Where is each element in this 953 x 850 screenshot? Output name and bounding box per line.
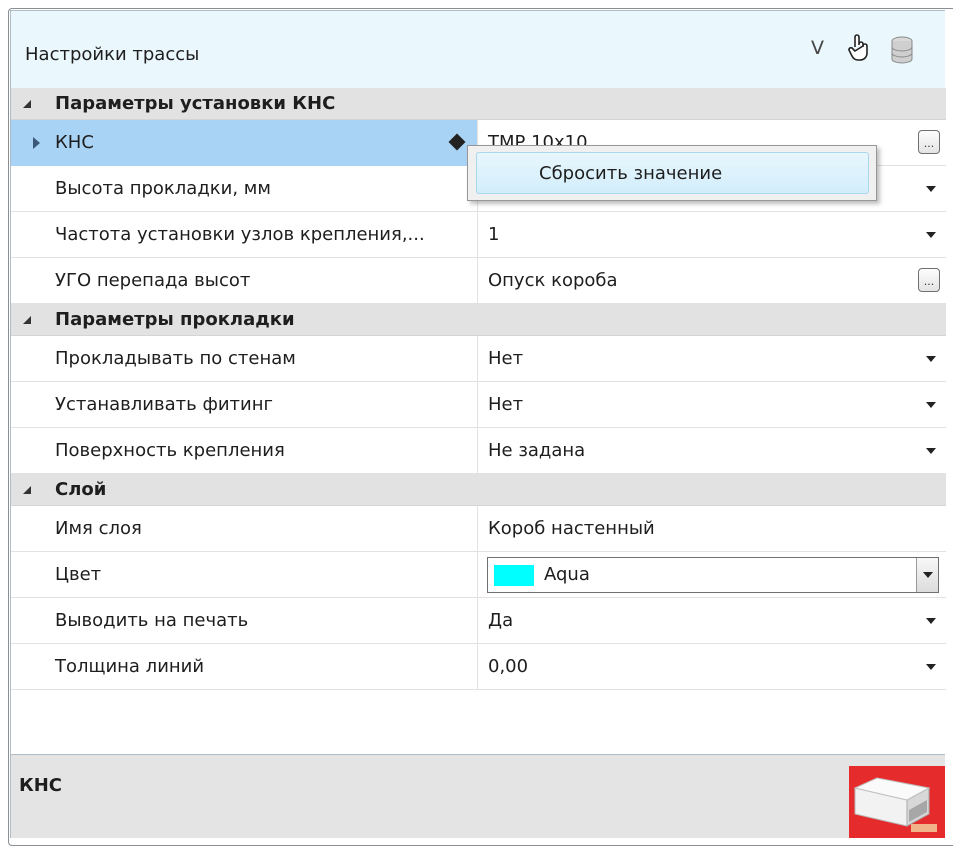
property-value[interactable]: Нет xyxy=(488,394,523,415)
property-name: Выводить на печать xyxy=(55,610,249,631)
description-title: КНС xyxy=(19,775,62,796)
expand-triangle-icon[interactable] xyxy=(33,137,40,149)
dropdown-arrow-icon[interactable] xyxy=(926,232,936,238)
property-row[interactable]: Прокладывать по стенам Нет xyxy=(11,336,946,382)
property-row[interactable]: Цвет Aqua xyxy=(11,552,946,598)
category-header[interactable]: Параметры установки КНС xyxy=(11,88,946,120)
property-name: Прокладывать по стенам xyxy=(55,348,296,369)
dropdown-arrow-icon[interactable] xyxy=(926,186,936,192)
property-row[interactable]: УГО перепада высот Опуск короба ... xyxy=(11,258,946,304)
panel-title: Настройки трассы xyxy=(25,44,200,65)
property-value[interactable]: Опуск короба xyxy=(488,270,618,291)
category-label: Параметры прокладки xyxy=(55,309,295,330)
combo-dropdown-button[interactable] xyxy=(916,558,938,592)
database-icon[interactable] xyxy=(890,36,914,64)
category-header[interactable]: Слой xyxy=(11,474,946,506)
category-header[interactable]: Параметры прокладки xyxy=(11,304,946,336)
collapse-triangle-icon[interactable] xyxy=(23,316,31,324)
property-name: Цвет xyxy=(55,564,102,585)
property-value[interactable]: Да xyxy=(488,610,513,631)
description-panel: КНС xyxy=(10,754,945,838)
category-label: Слой xyxy=(55,479,107,500)
property-value[interactable]: Нет xyxy=(488,348,523,369)
property-value[interactable]: 1 xyxy=(488,224,499,245)
property-value[interactable]: Короб настенный xyxy=(488,518,655,539)
property-name: Толщина линий xyxy=(55,656,205,677)
ellipsis-button[interactable]: ... xyxy=(918,268,940,292)
collapse-triangle-icon[interactable] xyxy=(23,100,31,108)
property-name: КНС xyxy=(55,132,94,153)
panel-header: Настройки трассы V xyxy=(10,10,945,88)
property-name: Частота установки узлов крепления,... xyxy=(55,224,425,245)
property-row[interactable]: Частота установки узлов крепления,... 1 xyxy=(11,212,946,258)
property-row[interactable]: Устанавливать фитинг Нет xyxy=(11,382,946,428)
context-menu: Сбросить значение xyxy=(467,145,877,201)
property-name: Поверхность крепления xyxy=(55,440,285,461)
ellipsis-button[interactable]: ... xyxy=(918,130,940,154)
color-swatch xyxy=(494,565,534,586)
color-name: Aqua xyxy=(544,564,590,585)
property-value[interactable]: Не задана xyxy=(488,440,585,461)
cable-tray-image xyxy=(849,766,945,838)
property-name: Высота прокладки, мм xyxy=(55,178,271,199)
reset-value-menu-item[interactable]: Сбросить значение xyxy=(476,152,869,194)
property-name: УГО перепада высот xyxy=(55,270,251,291)
property-row[interactable]: Имя слоя Короб настенный xyxy=(11,506,946,552)
property-row[interactable]: Толщина линий 0,00 xyxy=(11,644,946,690)
category-label: Параметры установки КНС xyxy=(55,93,336,114)
color-combobox[interactable]: Aqua xyxy=(487,557,939,593)
dropdown-arrow-icon[interactable] xyxy=(926,448,936,454)
collapse-triangle-icon[interactable] xyxy=(23,486,31,494)
menu-item-label: Сбросить значение xyxy=(539,163,723,184)
dropdown-arrow-icon[interactable] xyxy=(926,356,936,362)
property-row[interactable]: Выводить на печать Да xyxy=(11,598,946,644)
property-name: Имя слоя xyxy=(55,518,142,539)
dropdown-arrow-icon[interactable] xyxy=(926,664,936,670)
hand-pointer-icon[interactable] xyxy=(847,33,869,61)
property-row[interactable]: Поверхность крепления Не задана xyxy=(11,428,946,474)
dropdown-arrow-icon[interactable] xyxy=(926,618,936,624)
dropdown-arrow-icon[interactable] xyxy=(926,402,936,408)
property-value[interactable]: 0,00 xyxy=(488,656,528,677)
v-toggle-button[interactable]: V xyxy=(811,37,824,59)
property-name: Устанавливать фитинг xyxy=(55,394,273,415)
